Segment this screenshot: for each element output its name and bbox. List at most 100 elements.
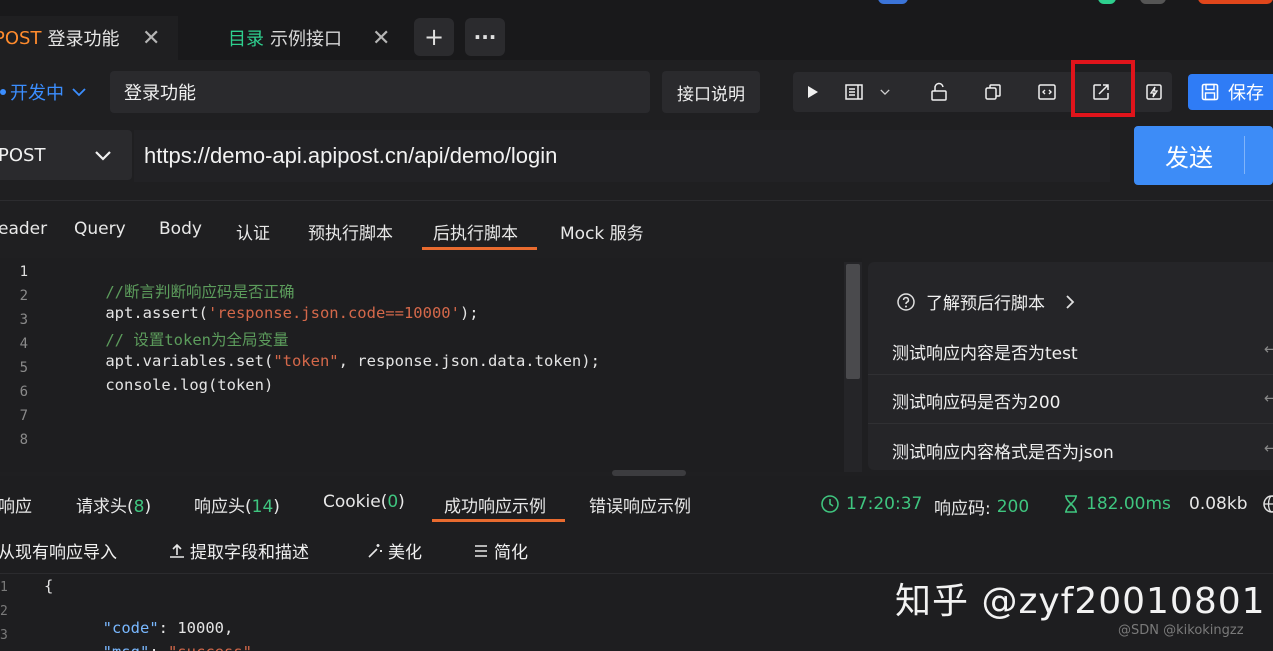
- watermark: 知乎 @zyf20010801: [895, 581, 1266, 622]
- request-name-input[interactable]: 登录功能: [110, 71, 650, 113]
- lock-button[interactable]: [921, 72, 957, 112]
- tab-login[interactable]: POST 登录功能 ✕: [0, 16, 178, 60]
- tab-title: 示例接口: [270, 29, 342, 50]
- line-number: 5: [19, 360, 28, 376]
- response-time: 17:20:37: [820, 494, 922, 514]
- tab-label: Cookie(: [323, 492, 388, 512]
- editor-scrollbar-thumb[interactable]: [846, 264, 860, 379]
- tab-success-example[interactable]: 成功响应示例: [444, 492, 546, 517]
- api-doc-button[interactable]: 接口说明: [662, 71, 760, 113]
- json-line: "msg": "success",: [84, 625, 262, 651]
- request-name-value: 登录功能: [124, 83, 196, 104]
- top-indicator-red: [1198, 0, 1273, 4]
- tab-error-example[interactable]: 错误响应示例: [589, 492, 691, 517]
- tab-label-close: ): [398, 492, 405, 512]
- send-dropdown-divider: [1244, 136, 1245, 174]
- count-badge: 14: [251, 497, 274, 517]
- top-indicator-gray: [1140, 0, 1166, 4]
- tab-label: 响应头(: [194, 497, 252, 517]
- globe-icon[interactable]: [1262, 494, 1273, 514]
- upload-icon: [170, 543, 184, 558]
- json-value: "success",: [168, 643, 261, 651]
- active-tab-underline: [422, 247, 537, 250]
- json-line-number: 2: [0, 604, 8, 619]
- response-duration-value: 182.00ms: [1086, 494, 1171, 514]
- add-tab-button[interactable]: +: [414, 18, 454, 56]
- response-duration: 182.00ms: [1062, 494, 1171, 514]
- tab-request-headers[interactable]: 请求头(8): [76, 492, 151, 517]
- snippet-divider: [868, 423, 1273, 424]
- environment-select[interactable]: 开发中: [0, 72, 102, 112]
- snippets-header: 了解预后行脚本: [926, 294, 1045, 314]
- code-button[interactable]: [1029, 72, 1065, 112]
- copy-button[interactable]: [975, 72, 1011, 112]
- line-number: 1: [19, 264, 28, 280]
- script-editor[interactable]: 1 2 3 4 5 6 7 8 //断言判断响应码是否正确 apt.assert…: [0, 258, 862, 472]
- more-tabs-button[interactable]: ···: [465, 18, 505, 56]
- beautify-button[interactable]: 美化: [366, 538, 422, 563]
- flash-button[interactable]: [1136, 72, 1172, 112]
- send-button[interactable]: 发送: [1134, 126, 1273, 185]
- more-icon: ···: [473, 25, 497, 49]
- response-code-label: 响应码:: [934, 499, 991, 519]
- snippet-item[interactable]: 测试响应内容是否为test: [892, 339, 1078, 364]
- tab-label: 请求头(: [76, 497, 134, 517]
- close-icon[interactable]: ✕: [142, 26, 160, 51]
- json-line-number: 3: [0, 628, 8, 643]
- url-input[interactable]: https://demo-api.apipost.cn/api/demo/log…: [134, 130, 1110, 182]
- import-from-response-button[interactable]: 从现有响应导入: [0, 538, 117, 563]
- tab-body[interactable]: Body: [159, 219, 202, 239]
- tab-pre-script[interactable]: 预执行脚本: [308, 219, 393, 244]
- tab-query[interactable]: Query: [74, 219, 126, 239]
- plus-icon: +: [423, 23, 445, 51]
- list-icon: [475, 544, 487, 557]
- tool-label: 简化: [494, 543, 528, 563]
- save-button[interactable]: 保存: [1188, 74, 1273, 110]
- line-number: 8: [19, 432, 28, 448]
- code-token: "token": [273, 352, 339, 370]
- close-icon[interactable]: ✕: [372, 26, 390, 51]
- watermark-small: @SDN @kikokingzz: [1118, 623, 1244, 638]
- layout-dropdown[interactable]: [873, 72, 897, 112]
- tab-method: POST: [0, 27, 42, 49]
- tool-label: 提取字段和描述: [190, 543, 309, 563]
- layout-button[interactable]: [836, 72, 872, 112]
- line-number: 4: [19, 336, 28, 352]
- code-icon: [1038, 84, 1056, 100]
- snippet-item[interactable]: 测试响应内容格式是否为json: [892, 438, 1114, 463]
- method-select[interactable]: POST: [0, 130, 132, 180]
- response-size: 0.08kb: [1189, 494, 1248, 514]
- extract-fields-button[interactable]: 提取字段和描述: [168, 538, 309, 563]
- tab-cookie[interactable]: Cookie(0): [323, 492, 405, 512]
- flash-icon: [1146, 84, 1162, 100]
- response-size-value: 0.08kb: [1189, 494, 1248, 514]
- json-line-number: 1: [0, 580, 8, 595]
- clock-icon: [821, 495, 839, 513]
- url-value: https://demo-api.apipost.cn/api/demo/log…: [144, 143, 558, 168]
- count-badge: 0: [387, 492, 399, 512]
- magic-wand-icon: [368, 543, 382, 558]
- snippet-divider: [868, 374, 1273, 375]
- tab-response-headers[interactable]: 响应头(14): [194, 492, 280, 517]
- save-icon: [1201, 83, 1219, 101]
- copy-icon: [985, 84, 1001, 100]
- run-button[interactable]: [794, 72, 830, 112]
- tab-mock[interactable]: Mock 服务: [560, 219, 644, 244]
- hourglass-icon: [1065, 495, 1077, 513]
- simplify-button[interactable]: 简化: [472, 538, 528, 563]
- active-response-tab-underline: [432, 519, 565, 522]
- tab-post-script[interactable]: 后执行脚本: [433, 219, 518, 244]
- env-label: 开发中: [10, 83, 64, 104]
- line-number: 6: [19, 384, 28, 400]
- insert-arrow-icon: ←: [1264, 439, 1273, 457]
- tab-demo-api[interactable]: 目录 示例接口 ✕: [182, 16, 406, 60]
- tab-title: 登录功能: [47, 29, 120, 50]
- tab-auth[interactable]: 认证: [236, 219, 270, 244]
- chevron-down-icon: [880, 89, 890, 95]
- tab-header[interactable]: eader: [0, 219, 47, 239]
- tab-response[interactable]: 响应: [0, 492, 32, 517]
- tool-label: 从现有响应导入: [0, 543, 117, 563]
- line-number: 3: [19, 312, 28, 328]
- snippet-item[interactable]: 测试响应码是否为200: [892, 388, 1060, 413]
- snippets-help-link[interactable]: 了解预后行脚本: [896, 289, 1079, 314]
